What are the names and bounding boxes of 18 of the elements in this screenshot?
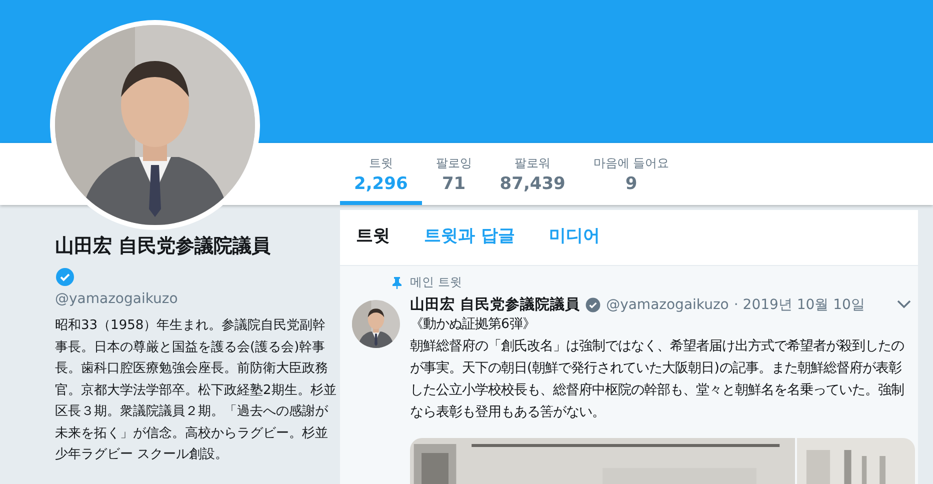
tweet-title: 《動かぬ証拠第6弾》 xyxy=(410,316,537,334)
timeline-tab[interactable]: 미디어 xyxy=(548,224,600,255)
profile-bio: 昭和33（1958）年生まれ。参議院自民党副幹事長。日本の尊厳と国益を護る会(護る会)幹事長。歯科口腔医療勉強会座長。前防衛大臣政務官。京都大学法学部卒。松下政経塾2期生。杉並区長３期。衆議院議員２期。「過去への感謝が未来を拓く」が信念。高校からラグビー。杉並少年ラグビー スクール創設。 xyxy=(55,317,338,464)
tweet-author-name[interactable]: 山田宏 自民党参議院議員 xyxy=(410,295,580,314)
tweet-text: 朝鮮総督府の「創氏改名」は強制ではなく、希望者届け出方式で希望者が殺到したのが事実。天下の朝日(朝鮮で発行されていた大阪朝日)の記事。また朝鮮総督府が表彰した公立小学校校長も、総督府中枢院の幹部も、堂々と朝鮮名を名乗っていた。強制なら表彰も登用もある筈がない。 xyxy=(410,338,905,422)
chevron-down-icon[interactable] xyxy=(897,300,911,309)
profile-handle: @yamazogaikuzo xyxy=(55,291,179,307)
pin-icon xyxy=(392,276,402,288)
stat-tab[interactable]: 마음에 들어요 9 xyxy=(579,143,684,205)
timeline-tab[interactable]: 트윗 xyxy=(356,224,390,255)
timeline-tab[interactable]: 트윗과 답글 xyxy=(424,224,515,255)
tweet-date[interactable]: · 2019년 10월 10일 xyxy=(734,296,865,314)
stat-tab[interactable]: 팔로워 87,439 xyxy=(486,143,580,205)
pinned-label: 메인 트윗 xyxy=(410,274,462,291)
stat-tab[interactable]: 팔로잉 71 xyxy=(422,143,486,205)
tweet-handle[interactable]: @yamazogaikuzo xyxy=(606,296,729,312)
stat-tab[interactable]: 트윗 2,296 xyxy=(340,143,422,205)
profile-name: 山田宏 自民党参議院議員 xyxy=(55,234,272,259)
